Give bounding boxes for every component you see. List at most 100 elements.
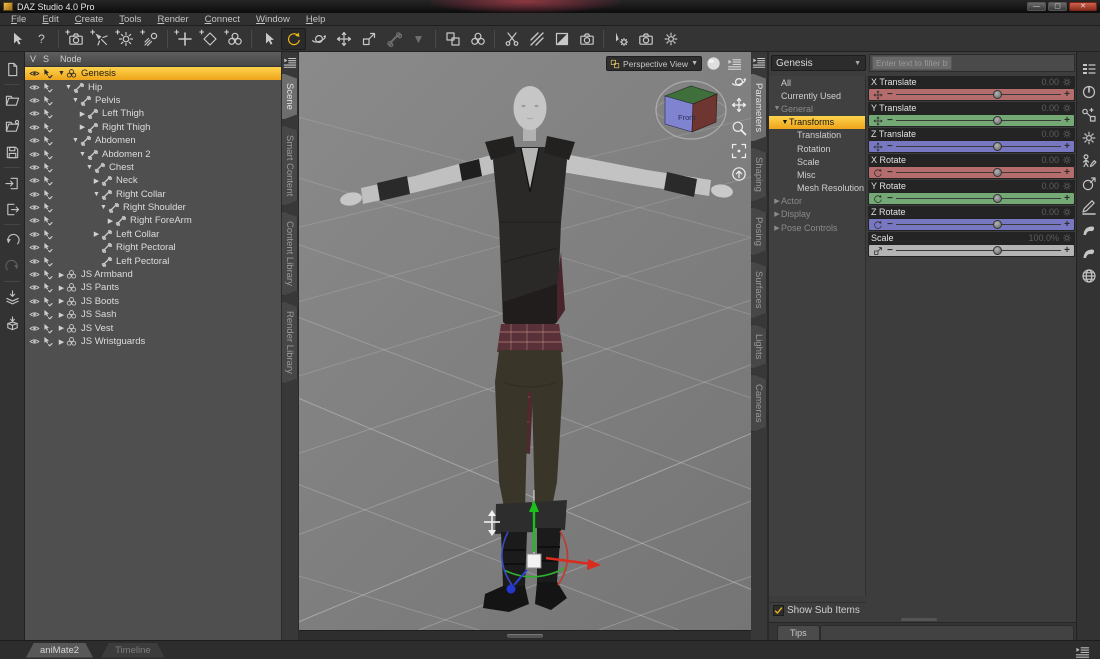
selectable-cursor-icon[interactable] [42, 108, 55, 119]
slider-increment[interactable]: + [1064, 167, 1070, 178]
pane-splitter[interactable] [299, 630, 751, 640]
param-group-display[interactable]: ▶ Display [769, 208, 865, 221]
slider-value[interactable]: 0.00 [1041, 77, 1059, 87]
surface-editor-icon[interactable] [1079, 174, 1098, 193]
environment-pane-icon[interactable] [1079, 266, 1098, 285]
visibility-eye-icon[interactable] [29, 202, 42, 213]
tree-row-abdomen[interactable]: ▼ Abdomen [25, 134, 281, 147]
install-content-icon[interactable] [2, 313, 22, 333]
selectable-cursor-icon[interactable] [42, 309, 55, 320]
parameter-gear-icon[interactable] [1062, 233, 1072, 243]
tab-content-library[interactable]: Content Library [282, 211, 298, 296]
expand-arrow-icon[interactable]: ▶ [57, 297, 66, 305]
visibility-eye-icon[interactable] [29, 269, 42, 280]
selectable-cursor-icon[interactable] [42, 82, 55, 93]
slider-handle[interactable] [993, 115, 1003, 125]
tree-row-right-thigh[interactable]: ▶ Right Thigh [25, 121, 281, 134]
tree-row-neck[interactable]: ▶ Neck [25, 174, 281, 187]
visibility-eye-icon[interactable] [29, 135, 42, 146]
param-group-translation[interactable]: Translation [769, 129, 865, 142]
minimize-button[interactable]: — [1027, 2, 1046, 11]
expand-arrow-icon[interactable]: ▶ [57, 324, 66, 332]
param-group-mesh-resolution[interactable]: Mesh Resolution [769, 182, 865, 195]
slider-increment[interactable]: + [1064, 219, 1070, 230]
tab-animate2[interactable]: aniMate2 [26, 643, 93, 658]
pane-menu-icon[interactable] [1075, 644, 1090, 658]
expand-arrow-icon[interactable]: ▼ [773, 105, 781, 112]
tree-row-hip[interactable]: ▼ Hip [25, 80, 281, 93]
slider-increment[interactable]: + [1064, 115, 1070, 126]
slider-bar[interactable]: − + [868, 218, 1075, 231]
visibility-eye-icon[interactable] [29, 108, 42, 119]
surface-selection-tool-icon[interactable] [440, 28, 465, 50]
expand-arrow-icon[interactable]: ▼ [71, 137, 80, 144]
new-file-icon[interactable] [2, 59, 22, 79]
slider-handle[interactable] [993, 167, 1003, 177]
close-button[interactable]: ✕ [1069, 2, 1097, 11]
orbit-view-icon[interactable] [731, 74, 747, 90]
selectable-cursor-icon[interactable] [42, 122, 55, 133]
visibility-eye-icon[interactable] [29, 296, 42, 307]
new-group-icon[interactable]: + [222, 27, 247, 50]
slider-bar[interactable]: − + [868, 244, 1075, 257]
slider-bar[interactable]: − + [868, 88, 1075, 101]
selectable-cursor-icon[interactable] [42, 149, 55, 160]
pan-view-icon[interactable] [731, 97, 747, 113]
slider-track[interactable] [895, 89, 1062, 99]
selectable-cursor-icon[interactable] [42, 269, 55, 280]
tree-row-pelvis[interactable]: ▼ Pelvis [25, 94, 281, 107]
tree-row-js-boots[interactable]: ▶ JS Boots [25, 295, 281, 308]
export-icon[interactable] [2, 199, 22, 219]
save-file-icon[interactable] [2, 142, 22, 162]
universal-tool-icon[interactable] [306, 28, 331, 50]
parameter-gear-icon[interactable] [1062, 77, 1072, 87]
tab-parameters[interactable]: Parameters [751, 73, 767, 142]
slider-increment[interactable]: + [1064, 245, 1070, 256]
redo-icon[interactable] [2, 256, 22, 276]
slider-track[interactable] [895, 115, 1062, 125]
expand-arrow-icon[interactable]: ▶ [57, 271, 66, 279]
new-point-light-icon[interactable]: + [113, 27, 138, 50]
tree-row-js-vest[interactable]: ▶ JS Vest [25, 321, 281, 334]
tool-dropdown-icon[interactable]: ▼ [406, 28, 431, 50]
tree-row-js-pants[interactable]: ▶ JS Pants [25, 281, 281, 294]
slider-bar[interactable]: − + [868, 140, 1075, 153]
slider-increment[interactable]: + [1064, 89, 1070, 100]
tree-row-right-pectoral[interactable]: Right Pectoral [25, 241, 281, 254]
slider-value[interactable]: 0.00 [1041, 155, 1059, 165]
tree-row-js-armband[interactable]: ▶ JS Armband [25, 268, 281, 281]
expand-arrow-icon[interactable]: ▼ [92, 191, 101, 198]
render-button-icon[interactable] [633, 28, 658, 50]
selectable-cursor-icon[interactable] [42, 229, 55, 240]
slider-handle[interactable] [993, 193, 1003, 203]
open-recent-icon[interactable] [2, 116, 22, 136]
selectable-cursor-icon[interactable] [42, 323, 55, 334]
maximize-button[interactable]: ▢ [1048, 2, 1067, 11]
tab-scene[interactable]: Scene [282, 73, 298, 120]
tab-surfaces[interactable]: Surfaces [751, 261, 767, 319]
slider-decrement[interactable]: − [887, 245, 893, 256]
new-node-icon[interactable]: + [172, 27, 197, 50]
expand-arrow-icon[interactable]: ▼ [85, 164, 94, 171]
region-editor-tool-icon[interactable] [549, 28, 574, 50]
tab-timeline[interactable]: Timeline [101, 643, 165, 658]
parameter-gear-icon[interactable] [1062, 129, 1072, 139]
menu-connect[interactable]: Connect [198, 14, 247, 25]
slider-decrement[interactable]: − [887, 115, 893, 126]
tree-row-chest[interactable]: ▼ Chest [25, 161, 281, 174]
param-group-scale[interactable]: Scale [769, 155, 865, 168]
open-file-icon[interactable] [2, 90, 22, 110]
menu-render[interactable]: Render [150, 14, 195, 25]
expand-arrow-icon[interactable]: ▼ [78, 151, 87, 158]
parameter-gear-icon[interactable] [1062, 103, 1072, 113]
tree-row-right-shoulder[interactable]: ▼ Right Shoulder [25, 201, 281, 214]
new-camera-icon[interactable]: + [63, 27, 88, 50]
parameter-gear-icon[interactable] [1062, 207, 1072, 217]
visibility-eye-icon[interactable] [29, 256, 42, 267]
slider-decrement[interactable]: − [887, 141, 893, 152]
visibility-eye-icon[interactable] [29, 162, 42, 173]
expand-arrow-icon[interactable]: ▶ [57, 311, 66, 319]
tree-row-right-collar[interactable]: ▼ Right Collar [25, 188, 281, 201]
whats-this-pointer-icon[interactable] [4, 28, 29, 50]
figure-setup-tool-icon[interactable] [465, 28, 490, 50]
